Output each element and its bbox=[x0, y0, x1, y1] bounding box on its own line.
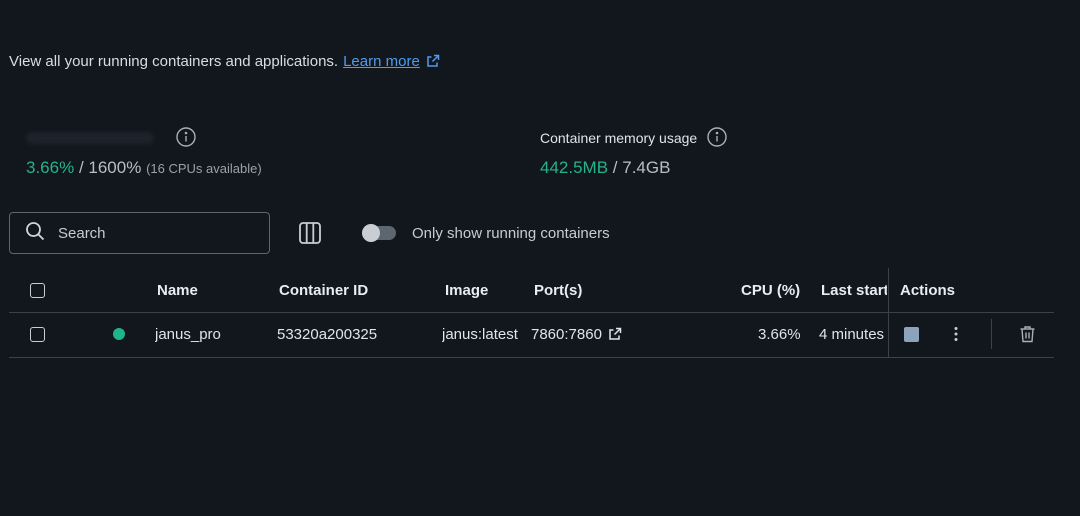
memory-usage-label: Container memory usage bbox=[540, 130, 698, 146]
container-image[interactable]: janus:latest bbox=[442, 326, 524, 343]
external-link-icon[interactable] bbox=[608, 327, 622, 345]
column-header-cpu[interactable]: CPU (%) bbox=[741, 282, 800, 299]
action-separator bbox=[991, 319, 992, 349]
container-ports[interactable]: 7860:7860 bbox=[531, 326, 622, 345]
column-header-name[interactable]: Name bbox=[157, 282, 198, 299]
memory-usage-value: 442.5MB bbox=[540, 158, 609, 177]
running-only-toggle[interactable] bbox=[362, 224, 396, 242]
column-header-ports[interactable]: Port(s) bbox=[534, 282, 582, 299]
container-id: 53320a200325 bbox=[277, 326, 378, 343]
intro-text: View all your running containers and app… bbox=[9, 53, 440, 72]
info-icon[interactable] bbox=[176, 126, 196, 150]
status-running-indicator bbox=[113, 328, 125, 340]
search-input[interactable] bbox=[58, 224, 248, 242]
ports-link[interactable]: 7860:7860 bbox=[531, 326, 602, 343]
learn-more-link[interactable]: Learn more bbox=[343, 53, 420, 70]
columns-button[interactable] bbox=[296, 220, 324, 246]
row-divider bbox=[9, 357, 1054, 358]
container-cpu: 3.66% bbox=[758, 326, 801, 343]
memory-total-value: 7.4GB bbox=[622, 158, 671, 177]
trash-icon[interactable] bbox=[1019, 325, 1036, 343]
row-checkbox[interactable] bbox=[30, 327, 45, 342]
cpu-usage-stat: 3.66% / 1600% (16 CPUs available) bbox=[26, 126, 262, 178]
memory-usage-stat: Container memory usage 442.5MB / 7.4GB bbox=[540, 126, 727, 178]
info-icon[interactable] bbox=[707, 126, 727, 150]
header-divider bbox=[9, 312, 1054, 313]
more-vertical-icon[interactable] bbox=[949, 325, 963, 343]
column-header-container-id[interactable]: Container ID bbox=[279, 282, 368, 299]
containers-table: Name Container ID Image Port(s) CPU (%) … bbox=[9, 268, 1054, 358]
containers-page: View all your running containers and app… bbox=[0, 0, 1080, 516]
column-header-image[interactable]: Image bbox=[445, 282, 488, 299]
container-last-started: 4 minutes ago bbox=[819, 326, 888, 343]
actions-divider bbox=[888, 268, 889, 358]
container-name[interactable]: janus_pro bbox=[155, 326, 221, 343]
intro-description: View all your running containers and app… bbox=[9, 53, 339, 70]
search-icon bbox=[25, 221, 45, 246]
stop-icon[interactable] bbox=[904, 327, 919, 342]
column-header-actions: Actions bbox=[900, 282, 956, 299]
select-all-checkbox[interactable] bbox=[30, 283, 45, 298]
column-header-last-started[interactable]: Last started bbox=[821, 282, 887, 299]
search-box[interactable] bbox=[9, 212, 270, 254]
columns-icon bbox=[296, 222, 324, 250]
running-only-label: Only show running containers bbox=[412, 225, 610, 242]
external-link-icon[interactable] bbox=[426, 54, 440, 72]
cpu-usage-label bbox=[26, 132, 154, 144]
cpu-total-value: 1600% bbox=[88, 158, 142, 177]
cpu-note: (16 CPUs available) bbox=[146, 161, 262, 176]
cpu-usage-value: 3.66% bbox=[26, 158, 75, 177]
toggle-knob bbox=[362, 224, 380, 242]
